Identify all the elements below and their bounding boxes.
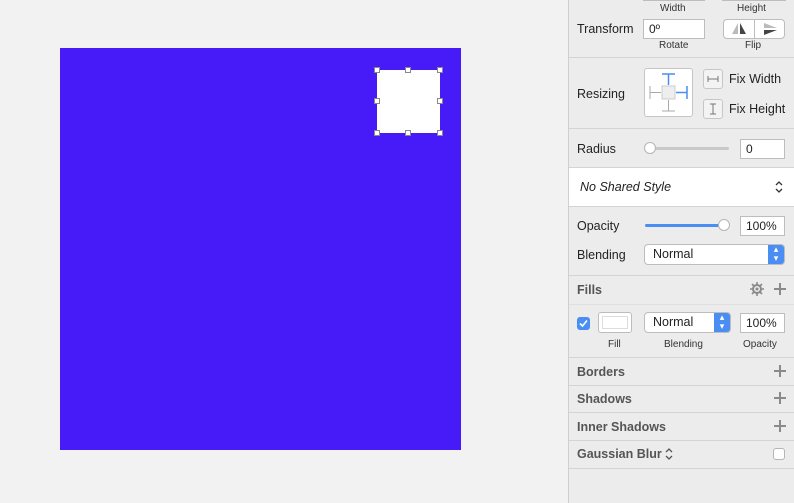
resize-handle-top-right[interactable]: [437, 67, 443, 73]
fix-width-label: Fix Width: [729, 72, 782, 86]
select-arrows-icon: ▴ ▾: [714, 313, 730, 332]
fix-width-icon: [707, 76, 719, 82]
opacity-slider-knob[interactable]: [718, 219, 730, 231]
resize-handle-top-left[interactable]: [374, 67, 380, 73]
blending-label: Blending: [577, 248, 626, 262]
fill-caption: Fill: [608, 339, 621, 350]
add-shadow-icon[interactable]: [774, 392, 786, 404]
gaussian-blur-section-title[interactable]: Gaussian Blur: [577, 447, 662, 461]
resize-handle-bottom-right[interactable]: [437, 130, 443, 136]
fill-color-swatch: [602, 316, 628, 329]
gaussian-blur-checkbox[interactable]: [773, 448, 785, 460]
flip-horizontal-button[interactable]: [724, 20, 755, 38]
borders-section-title: Borders: [577, 365, 625, 379]
rotate-field[interactable]: 0º: [643, 19, 705, 39]
inspector-panel: Width Height Transform 0º Rotate Flip Re…: [568, 0, 794, 503]
rotate-caption: Rotate: [659, 40, 689, 51]
transform-label: Transform: [577, 22, 634, 36]
opacity-field[interactable]: 100%: [740, 216, 785, 236]
add-border-icon[interactable]: [774, 365, 786, 377]
fill-opacity-field[interactable]: 100%: [740, 313, 785, 333]
opacity-label: Opacity: [577, 219, 620, 233]
flip-vertical-icon: [764, 23, 777, 35]
chevron-updown-icon: [775, 181, 783, 193]
fills-section-title: Fills: [577, 283, 603, 297]
inner-shadows-section-title: Inner Shadows: [577, 420, 666, 434]
shared-style-value: No Shared Style: [580, 180, 672, 194]
checkmark-icon: [579, 319, 588, 328]
fill-blending-select[interactable]: Normal ▴ ▾: [644, 312, 731, 333]
resizing-label: Resizing: [577, 87, 625, 101]
blending-value: Normal: [653, 247, 694, 261]
shadows-section-title: Shadows: [577, 392, 632, 406]
chevron-updown-icon[interactable]: [664, 447, 674, 461]
shared-style-select[interactable]: No Shared Style: [569, 168, 794, 206]
resize-handle-left[interactable]: [374, 98, 380, 104]
resize-handle-bottom[interactable]: [405, 130, 411, 136]
resizing-constraints-icon: [649, 73, 688, 112]
flip-horizontal-icon: [732, 23, 746, 34]
fix-height-icon: [710, 103, 716, 115]
resizing-pin-widget[interactable]: [644, 68, 693, 117]
radius-label: Radius: [577, 142, 616, 156]
fill-opacity-caption: Opacity: [743, 339, 777, 350]
fix-height-button[interactable]: [703, 99, 723, 119]
opacity-slider[interactable]: [645, 224, 725, 227]
flip-caption: Flip: [745, 40, 762, 51]
width-caption: Width: [660, 3, 686, 14]
flip-vertical-button[interactable]: [755, 20, 785, 38]
radius-field[interactable]: 0: [740, 139, 785, 159]
fill-blending-value: Normal: [653, 315, 694, 329]
radius-slider-knob[interactable]: [644, 142, 656, 154]
blending-select[interactable]: Normal ▴ ▾: [644, 244, 785, 265]
add-inner-shadow-icon[interactable]: [774, 420, 786, 432]
gear-icon[interactable]: [750, 282, 764, 296]
flip-control: [723, 19, 785, 39]
fill-blending-caption: Blending: [664, 339, 703, 350]
height-field[interactable]: [722, 0, 786, 1]
fill-enabled-checkbox[interactable]: [577, 317, 590, 330]
fill-color-well[interactable]: [598, 312, 632, 333]
height-caption: Height: [737, 3, 766, 14]
resize-handle-bottom-left[interactable]: [374, 130, 380, 136]
selected-white-rectangle[interactable]: [377, 70, 440, 133]
add-fill-icon[interactable]: [774, 283, 786, 295]
fix-height-label: Fix Height: [729, 102, 786, 116]
fix-width-button[interactable]: [703, 69, 723, 89]
resize-handle-right[interactable]: [437, 98, 443, 104]
resize-handle-top[interactable]: [405, 67, 411, 73]
radius-slider[interactable]: [645, 147, 729, 150]
width-field[interactable]: [643, 0, 705, 1]
select-arrows-icon: ▴ ▾: [768, 245, 784, 264]
canvas[interactable]: [0, 0, 568, 503]
